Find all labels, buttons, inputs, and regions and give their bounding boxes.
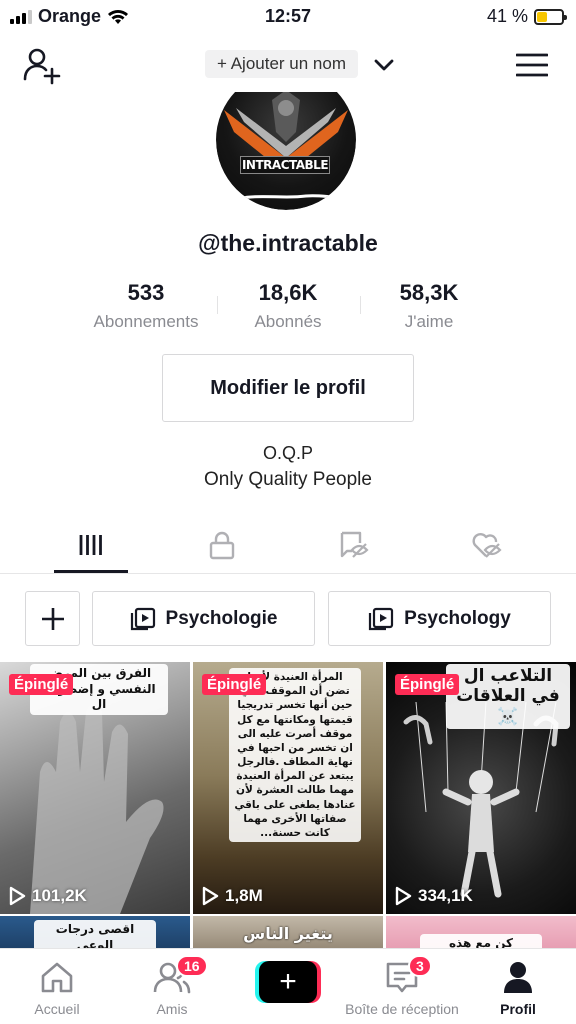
stat-value: 18,6K <box>258 280 318 305</box>
signal-icon <box>10 9 32 24</box>
tab-videos[interactable] <box>19 516 163 574</box>
profile-header: + Ajouter un nom <box>0 40 576 88</box>
status-bar: Orange 12:57 41 % <box>0 0 576 34</box>
battery-percent: 41 % <box>486 6 528 26</box>
nav-inbox[interactable]: 3 Boîte de réception <box>342 955 462 1017</box>
playlist-button[interactable]: Psychology <box>328 591 551 646</box>
stat-label: Abonnés <box>254 312 322 331</box>
play-icon <box>395 886 412 906</box>
bio-line-1: O.Q.P <box>262 443 313 463</box>
bio-line-2: Only Quality People <box>204 469 372 490</box>
playlist-label: Psychologie <box>165 607 278 629</box>
friends-badge: 16 <box>176 955 208 977</box>
video-thumbnail[interactable]: المرأة العنيدة لأنها تضن أن الموقف. في ح… <box>193 662 383 914</box>
nav-icon-wrap: 3 <box>342 955 462 997</box>
nav-label: Accueil <box>34 1001 80 1017</box>
playlist-button[interactable]: Psychologie <box>92 591 315 646</box>
edit-profile-button[interactable]: Modifier le profil <box>162 354 414 422</box>
playlist-row: Psychologie Psychology <box>0 591 576 647</box>
view-count: 1,8M <box>201 886 263 906</box>
plus-icon <box>41 607 64 630</box>
carrier-name: Orange <box>38 6 102 26</box>
nav-home[interactable]: Accueil <box>0 957 117 1017</box>
chevron-down-icon[interactable] <box>373 54 395 76</box>
video-caption: يتغير الناس <box>243 924 333 943</box>
nav-profile[interactable]: Profil <box>458 957 576 1017</box>
playlist-label: Psychology <box>404 607 511 629</box>
plus-icon: + <box>259 961 317 1003</box>
nav-icon-wrap <box>458 957 576 997</box>
stat-value: 533 <box>127 280 165 305</box>
nav-icon-wrap <box>0 957 117 997</box>
profile-stats: 533 Abonnements 18,6K Abonnés 58,3K J'ai… <box>0 280 576 340</box>
tab-private[interactable] <box>150 516 294 574</box>
pinned-badge: Épinglé <box>202 674 267 695</box>
liked-eye-icon <box>472 533 502 558</box>
nav-friends[interactable]: 16 Amis <box>112 955 232 1017</box>
video-thumbnail[interactable]: اقصى درجات الوعي <box>0 916 190 952</box>
active-tab-indicator <box>54 570 128 573</box>
playlist-icon <box>130 607 155 630</box>
video-thumbnail[interactable]: كن مع هذه الكلمات <box>386 916 576 952</box>
lock-icon <box>209 531 235 560</box>
menu-icon[interactable] <box>516 52 548 78</box>
status-right: 41 % <box>486 6 567 27</box>
wifi-icon <box>108 9 129 24</box>
stat-following[interactable]: 533 Abonnements <box>76 280 216 332</box>
add-name-button[interactable]: + Ajouter un nom <box>205 50 359 78</box>
video-thumbnail[interactable]: التلاعب ال في العلاقات ☠️ Épinglé 334,1K <box>386 662 576 914</box>
avatar[interactable]: INTRACTABLE <box>216 92 356 210</box>
play-icon <box>202 886 219 906</box>
stat-followers[interactable]: 18,6K Abonnés <box>218 280 358 332</box>
repost-eye-icon <box>340 531 369 558</box>
pinned-badge: Épinglé <box>9 674 74 695</box>
tab-reposts[interactable] <box>282 516 426 574</box>
video-thumbnail[interactable]: الفرق بين المرض النفسي و إضطراب ال Éping… <box>0 662 190 914</box>
profile-tabs <box>0 516 576 574</box>
add-playlist-button[interactable] <box>25 591 80 646</box>
avatar-emblem-icon <box>221 92 356 208</box>
play-icon <box>9 886 26 906</box>
bottom-navigation: Accueil 16 Amis + 3 Boîte de réception P… <box>0 948 576 1024</box>
view-count: 101,2K <box>8 886 87 906</box>
video-grid: الفرق بين المرض النفسي و إضطراب ال Éping… <box>0 662 576 952</box>
add-friend-icon[interactable] <box>22 46 62 86</box>
view-count-value: 334,1K <box>418 886 473 905</box>
video-caption: التلاعب ال في العلاقات ☠️ <box>446 664 570 730</box>
stat-likes[interactable]: 58,3K J'aime <box>359 280 499 332</box>
view-count-value: 101,2K <box>32 886 87 905</box>
nav-label: Amis <box>156 1001 188 1017</box>
username: @the.intractable <box>198 230 378 256</box>
avatar-text: INTRACTABLE <box>240 156 330 174</box>
profile-icon <box>504 962 532 993</box>
tab-liked[interactable] <box>414 516 558 574</box>
create-button[interactable]: + <box>255 961 321 1003</box>
stat-label: Abonnements <box>93 312 199 331</box>
status-left: Orange <box>10 6 129 27</box>
battery-icon <box>534 8 567 25</box>
avatar-image: INTRACTABLE <box>216 92 356 210</box>
nav-label: Profil <box>500 1001 536 1017</box>
stat-label: J'aime <box>404 312 454 331</box>
view-count-value: 1,8M <box>225 886 263 905</box>
nav-icon-wrap: 16 <box>112 955 232 997</box>
inbox-badge: 3 <box>408 955 432 977</box>
home-icon <box>41 962 73 993</box>
pinned-badge: Épinglé <box>395 674 460 695</box>
grid-icon <box>79 535 102 555</box>
video-thumbnail[interactable]: يتغير الناس <box>193 916 383 952</box>
playlist-icon <box>369 607 394 630</box>
stat-value: 58,3K <box>399 280 459 305</box>
nav-label: Boîte de réception <box>345 1001 459 1017</box>
view-count: 334,1K <box>394 886 473 906</box>
